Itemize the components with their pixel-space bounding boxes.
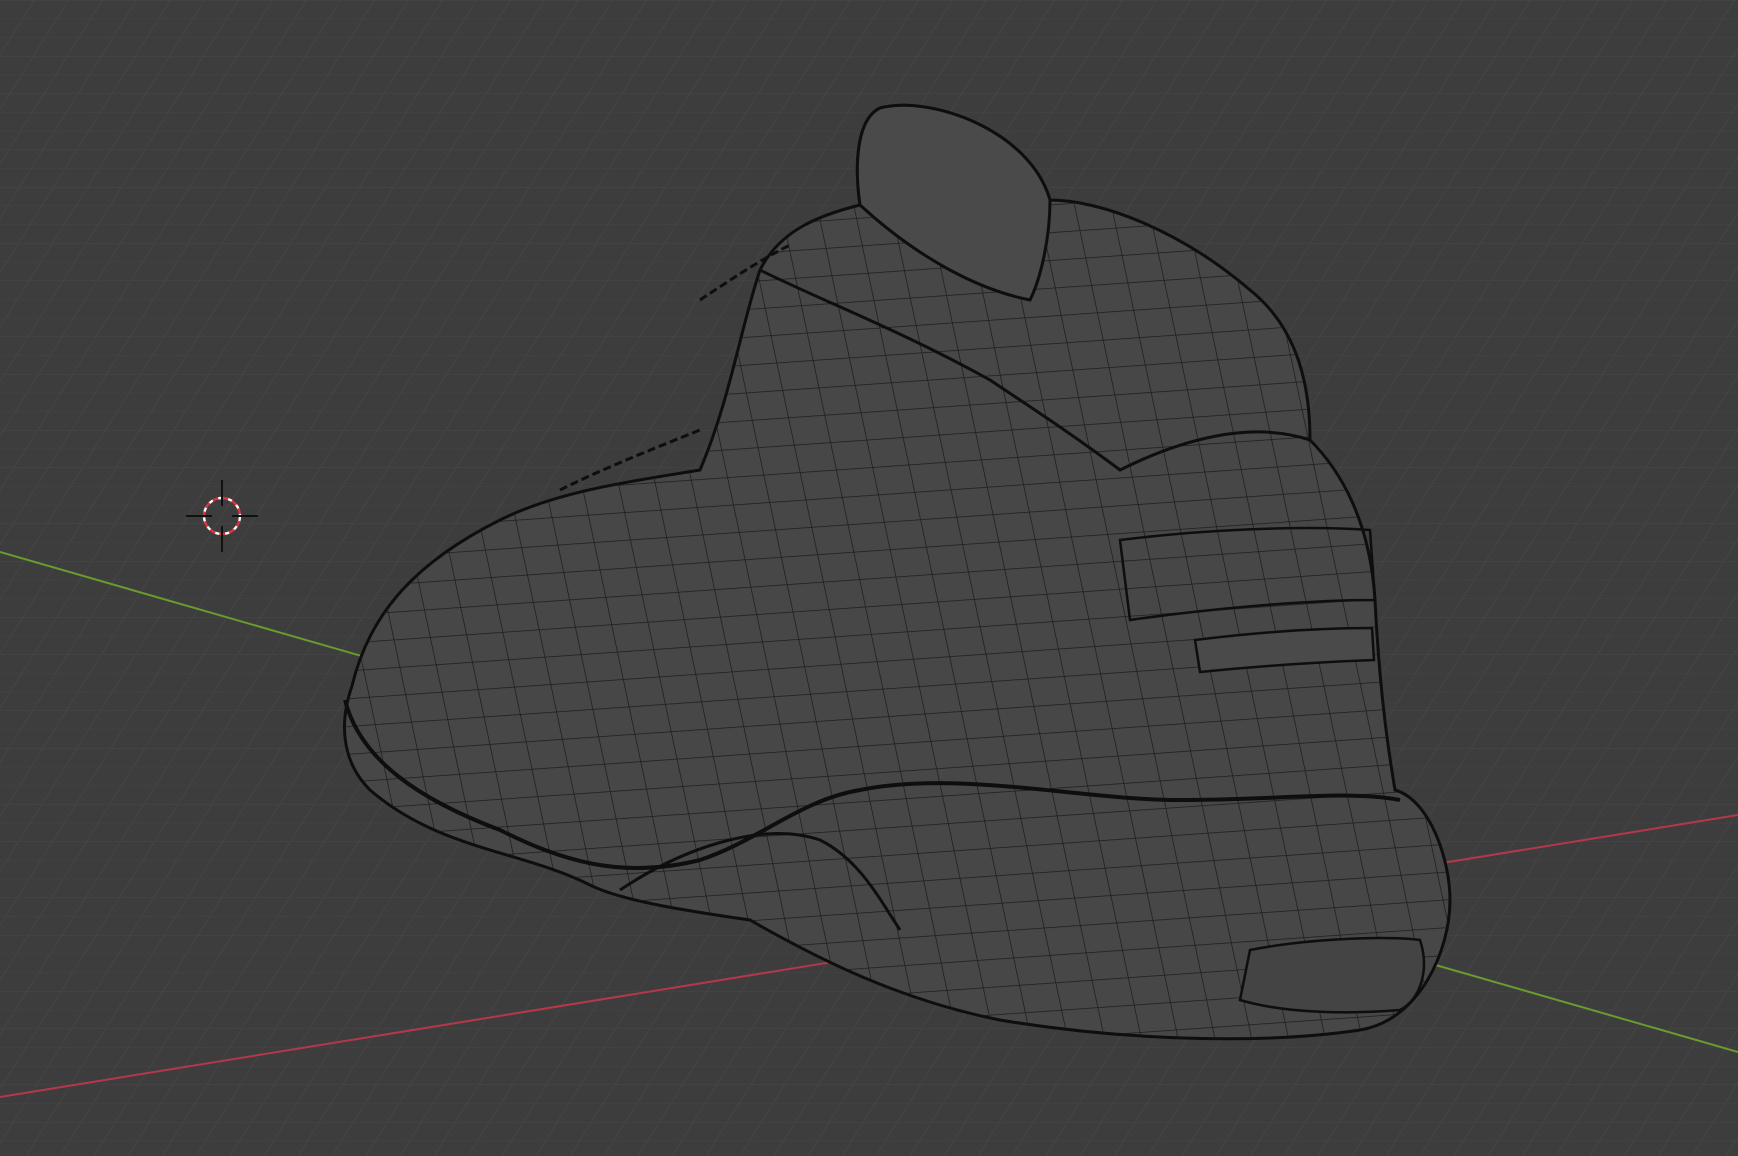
3d-viewport[interactable] (0, 0, 1738, 1156)
toe-bumper (1238, 936, 1426, 1014)
